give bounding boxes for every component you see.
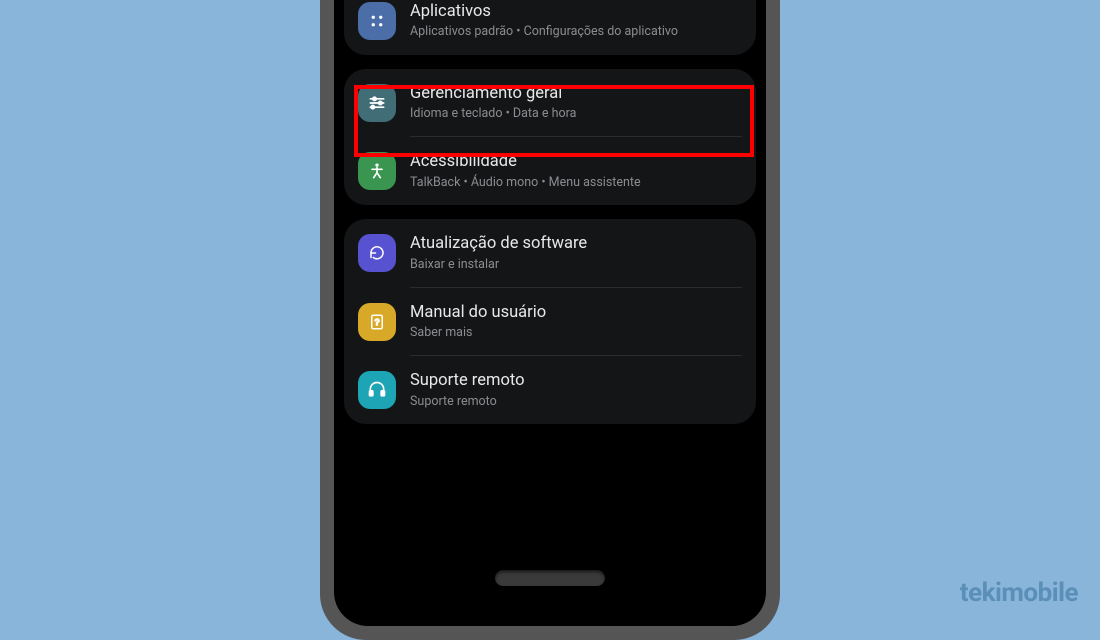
settings-row-accessibility[interactable]: Acessibilidade TalkBack • Áudio mono • M… <box>344 137 756 205</box>
manual-icon: ? <box>358 303 396 341</box>
row-text: Manual do usuário Saber mais <box>410 302 740 342</box>
row-title: Manual do usuário <box>410 302 740 323</box>
phone-mockup: Armazenamento • Memória • Proteção do ap… <box>320 0 780 640</box>
row-subtitle: Baixar e instalar <box>410 257 740 273</box>
sliders-icon <box>358 84 396 122</box>
headset-icon <box>358 371 396 409</box>
settings-row-software-update[interactable]: Atualização de software Baixar e instala… <box>344 219 756 287</box>
apps-icon <box>358 2 396 40</box>
row-title: Aplicativos <box>410 1 740 22</box>
update-icon <box>358 234 396 272</box>
svg-text:?: ? <box>375 318 380 327</box>
watermark-logo: tekimobile <box>960 578 1078 608</box>
row-title: Gerenciamento geral <box>410 83 740 104</box>
settings-row-remote-support[interactable]: Suporte remoto Suporte remoto <box>344 356 756 424</box>
settings-row-user-manual[interactable]: ? Manual do usuário Saber mais <box>344 288 756 356</box>
row-text: Acessibilidade TalkBack • Áudio mono • M… <box>410 151 740 191</box>
row-subtitle: Suporte remoto <box>410 394 740 410</box>
row-title: Atualização de software <box>410 233 740 254</box>
row-title: Acessibilidade <box>410 151 740 172</box>
speaker-grille <box>495 570 605 586</box>
accessibility-icon <box>358 152 396 190</box>
phone-screen-frame: Armazenamento • Memória • Proteção do ap… <box>334 0 766 626</box>
row-subtitle: Idioma e teclado • Data e hora <box>410 106 740 122</box>
row-text: Atualização de software Baixar e instala… <box>410 233 740 273</box>
settings-group: Gerenciamento geral Idioma e teclado • D… <box>344 69 756 205</box>
settings-row-general-management[interactable]: Gerenciamento geral Idioma e teclado • D… <box>344 69 756 137</box>
row-text: Gerenciamento geral Idioma e teclado • D… <box>410 83 740 123</box>
row-text: Suporte remoto Suporte remoto <box>410 370 740 410</box>
settings-row-apps[interactable]: Aplicativos Aplicativos padrão • Configu… <box>344 0 756 55</box>
row-title: Suporte remoto <box>410 370 740 391</box>
row-subtitle: Aplicativos padrão • Configurações do ap… <box>410 24 740 40</box>
settings-group: Armazenamento • Memória • Proteção do ap… <box>344 0 756 55</box>
phone-chin <box>334 556 766 626</box>
settings-screen[interactable]: Armazenamento • Memória • Proteção do ap… <box>334 0 766 537</box>
row-subtitle: Saber mais <box>410 325 740 341</box>
row-subtitle: TalkBack • Áudio mono • Menu assistente <box>410 175 740 191</box>
row-text: Aplicativos Aplicativos padrão • Configu… <box>410 1 740 41</box>
settings-group: Atualização de software Baixar e instala… <box>344 219 756 424</box>
